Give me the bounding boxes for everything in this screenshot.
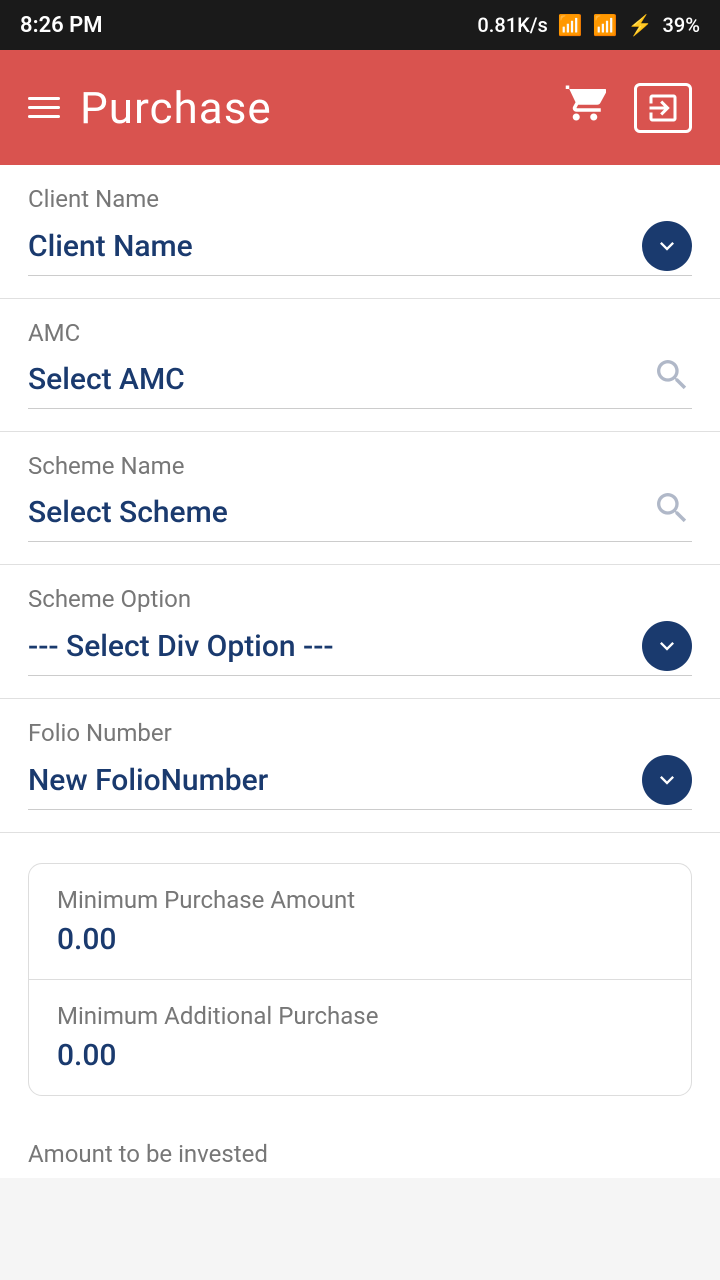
main-content: Client Name Client Name AMC Select AMC S…	[0, 165, 720, 1178]
min-purchase-value: 0.00	[57, 922, 663, 957]
scheme-option-value: --- Select Div Option ---	[28, 629, 334, 664]
app-bar: Purchase	[0, 50, 720, 165]
folio-number-value: New FolioNumber	[28, 763, 268, 798]
amc-search-icon[interactable]	[652, 355, 692, 404]
min-additional-value: 0.00	[57, 1038, 663, 1073]
page-title: Purchase	[80, 82, 272, 134]
app-bar-left: Purchase	[28, 82, 272, 134]
status-bar: 8:26 PM 0.81K/s 📶 📶 ⚡ 39%	[0, 0, 720, 50]
client-name-field[interactable]: Client Name	[28, 221, 692, 276]
scheme-option-field[interactable]: --- Select Div Option ---	[28, 621, 692, 676]
client-name-section: Client Name Client Name	[0, 165, 720, 299]
scheme-option-section: Scheme Option --- Select Div Option ---	[0, 565, 720, 699]
signal-icon: 📶	[593, 13, 618, 37]
logout-button[interactable]	[634, 83, 692, 133]
client-name-dropdown-button[interactable]	[642, 221, 692, 271]
app-bar-right	[564, 82, 692, 134]
scheme-name-section: Scheme Name Select Scheme	[0, 432, 720, 565]
min-additional-label: Minimum Additional Purchase	[57, 1002, 663, 1030]
folio-number-field[interactable]: New FolioNumber	[28, 755, 692, 810]
amount-section: Amount to be invested	[0, 1126, 720, 1178]
amc-field[interactable]: Select AMC	[28, 355, 692, 409]
status-time: 8:26 PM	[20, 13, 103, 38]
min-purchase-row: Minimum Purchase Amount 0.00	[29, 864, 691, 979]
folio-number-section: Folio Number New FolioNumber	[0, 699, 720, 833]
info-card: Minimum Purchase Amount 0.00 Minimum Add…	[28, 863, 692, 1096]
network-speed: 0.81K/s	[477, 13, 547, 37]
client-name-value: Client Name	[28, 229, 193, 264]
bolt-icon: ⚡	[628, 13, 653, 37]
status-right: 0.81K/s 📶 📶 ⚡ 39%	[477, 13, 700, 37]
battery-level: 39%	[663, 13, 700, 37]
scheme-name-label: Scheme Name	[28, 452, 692, 480]
scheme-name-placeholder: Select Scheme	[28, 495, 228, 530]
wifi-icon: 📶	[558, 13, 583, 37]
client-name-label: Client Name	[28, 185, 692, 213]
scheme-search-icon[interactable]	[652, 488, 692, 537]
cart-icon[interactable]	[564, 82, 606, 134]
folio-number-dropdown-button[interactable]	[642, 755, 692, 805]
hamburger-menu-button[interactable]	[28, 97, 60, 118]
amc-section: AMC Select AMC	[0, 299, 720, 432]
scheme-option-dropdown-button[interactable]	[642, 621, 692, 671]
amount-label: Amount to be invested	[28, 1140, 692, 1168]
min-additional-row: Minimum Additional Purchase 0.00	[29, 979, 691, 1095]
min-purchase-label: Minimum Purchase Amount	[57, 886, 663, 914]
amc-placeholder: Select AMC	[28, 362, 185, 397]
amc-label: AMC	[28, 319, 692, 347]
scheme-option-label: Scheme Option	[28, 585, 692, 613]
scheme-name-field[interactable]: Select Scheme	[28, 488, 692, 542]
folio-number-label: Folio Number	[28, 719, 692, 747]
